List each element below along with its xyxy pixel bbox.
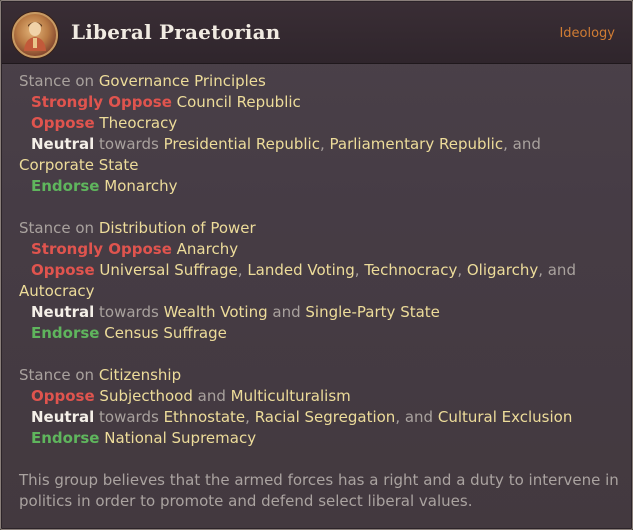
soldier-portrait-icon <box>12 12 58 58</box>
separator: , <box>245 408 255 426</box>
oppose-label: Oppose <box>31 261 95 279</box>
law-link[interactable]: Monarchy <box>104 177 177 195</box>
oppose-row: Oppose Subjecthood and Multiculturalism <box>19 386 619 407</box>
towards-text: towards <box>99 135 159 153</box>
stance-heading: Stance on Governance Principles <box>19 71 619 92</box>
ideology-tag[interactable]: Ideology <box>559 26 615 41</box>
stance-prefix: Stance on <box>19 72 95 90</box>
neutral-row: Neutral towards Ethnostate, Racial Segre… <box>19 407 619 428</box>
stance-heading: Stance on Citizenship <box>19 365 619 386</box>
separator: , <box>237 261 248 279</box>
towards-text: towards <box>99 303 159 321</box>
law-link[interactable]: Presidential Republic <box>164 135 320 153</box>
law-link[interactable]: Parliamentary Republic <box>330 135 504 153</box>
separator: , and <box>538 261 576 279</box>
law-link[interactable]: Theocracy <box>99 114 177 132</box>
oppose-row: Oppose Universal Suffrage, Landed Voting… <box>19 260 619 302</box>
strongly-oppose-label: Strongly Oppose <box>31 240 172 258</box>
stance-prefix: Stance on <box>19 366 95 384</box>
endorse-row: Endorse Census Suffrage <box>19 323 619 344</box>
law-link[interactable]: Anarchy <box>177 240 238 258</box>
tooltip-body: Stance on Governance Principles Strongly… <box>19 71 619 512</box>
law-link[interactable]: Single-Party State <box>305 303 440 321</box>
tooltip-header: Liberal Praetorian Ideology <box>2 2 631 64</box>
law-link[interactable]: National Supremacy <box>104 429 256 447</box>
law-link[interactable]: Oligarchy <box>467 261 538 279</box>
endorse-row: Endorse Monarchy <box>19 176 619 197</box>
law-link[interactable]: Universal Suffrage <box>99 261 237 279</box>
law-link[interactable]: Cultural Exclusion <box>438 408 573 426</box>
stance-heading: Stance on Distribution of Power <box>19 218 619 239</box>
law-link[interactable]: Subjecthood <box>99 387 192 405</box>
law-link[interactable]: Council Republic <box>177 93 301 111</box>
law-link[interactable]: Census Suffrage <box>104 324 227 342</box>
law-link[interactable]: Corporate State <box>19 156 138 174</box>
stance-topic[interactable]: Distribution of Power <box>99 219 256 237</box>
stance-topic[interactable]: Citizenship <box>99 366 181 384</box>
neutral-label: Neutral <box>31 408 95 426</box>
law-link[interactable]: Racial Segregation <box>255 408 396 426</box>
stance-topic[interactable]: Governance Principles <box>99 72 266 90</box>
law-link[interactable]: Multiculturalism <box>231 387 351 405</box>
law-link[interactable]: Wealth Voting <box>164 303 268 321</box>
endorse-label: Endorse <box>31 177 100 195</box>
neutral-label: Neutral <box>31 135 95 153</box>
endorse-label: Endorse <box>31 429 100 447</box>
separator: , <box>319 135 330 153</box>
separator: , and <box>395 408 438 426</box>
tooltip-title: Liberal Praetorian <box>71 20 281 44</box>
towards-text: towards <box>99 408 159 426</box>
law-link[interactable]: Ethnostate <box>164 408 246 426</box>
law-link[interactable]: Landed Voting <box>247 261 354 279</box>
law-link[interactable]: Technocracy <box>364 261 457 279</box>
endorse-label: Endorse <box>31 324 100 342</box>
ideology-description: This group believes that the armed force… <box>19 471 619 510</box>
stance-prefix: Stance on <box>19 219 95 237</box>
strongly-oppose-label: Strongly Oppose <box>31 93 172 111</box>
neutral-row: Neutral towards Wealth Voting and Single… <box>19 302 619 323</box>
oppose-row: Oppose Theocracy <box>19 113 619 134</box>
separator: , and <box>503 135 541 153</box>
oppose-label: Oppose <box>31 114 95 132</box>
oppose-label: Oppose <box>31 387 95 405</box>
separator: , <box>354 261 365 279</box>
strongly-oppose-row: Strongly Oppose Anarchy <box>19 239 619 260</box>
neutral-label: Neutral <box>31 303 95 321</box>
strongly-oppose-row: Strongly Oppose Council Republic <box>19 92 619 113</box>
separator: , <box>457 261 467 279</box>
endorse-row: Endorse National Supremacy <box>19 428 619 449</box>
neutral-row: Neutral towards Presidential Republic, P… <box>19 134 619 176</box>
separator: and <box>192 387 231 405</box>
law-link[interactable]: Autocracy <box>19 282 95 300</box>
separator: and <box>267 303 306 321</box>
ideology-tooltip: Liberal Praetorian Ideology Stance on Go… <box>0 0 633 530</box>
